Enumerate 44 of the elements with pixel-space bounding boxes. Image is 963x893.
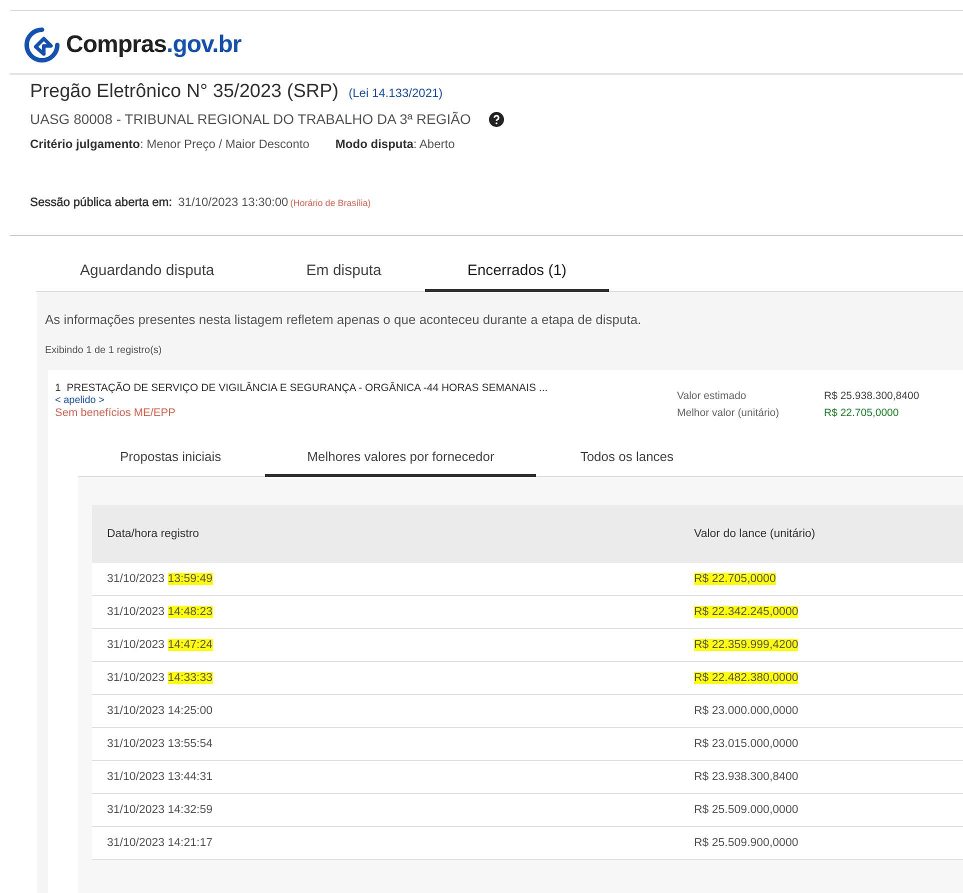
table-cell: R$ 25.509.900,0000 xyxy=(679,826,963,860)
table-cell: 31/10/2023 13:44:31 xyxy=(92,760,679,794)
table-cell: 31/10/2023 14:48:23 xyxy=(92,596,679,628)
column-header: Data/hora registro xyxy=(92,505,679,563)
uasg-text: UASG 80008 - TRIBUNAL REGIONAL DO TRABALHO DA 3ª REGIÃO xyxy=(30,111,471,127)
table-cell: R$ 22.359.999,4200 xyxy=(679,628,963,662)
help-icon[interactable] xyxy=(488,112,504,126)
table-cell: 31/10/2023 13:59:49 xyxy=(92,563,679,596)
table-cell: 31/10/2023 14:47:24 xyxy=(92,628,679,662)
table-cell: R$ 23.938.300,8400 xyxy=(679,760,963,794)
criterion-text: Modo disputa: Aberto xyxy=(335,137,455,151)
logo-text: Compras.gov.br xyxy=(66,31,242,59)
best-value: R$ 22.705,0000 xyxy=(824,406,900,419)
subtab[interactable]: Propostas iniciais xyxy=(78,443,266,477)
table-cell: R$ 23.000.000,0000 xyxy=(679,694,963,728)
table-cell: R$ 22.342.245,0000 xyxy=(679,596,963,628)
table-cell: 31/10/2023 14:25:00 xyxy=(92,694,679,728)
best-value-label: Melhor valor (unitário) xyxy=(677,406,780,419)
alias-link[interactable]: < apelido > xyxy=(55,395,677,406)
table-cell: R$ 22.705,0000 xyxy=(679,563,963,596)
criterion-text: Critério julgamento: Menor Preço / Maior Desconto xyxy=(30,137,310,151)
subtab[interactable]: Todos os lances xyxy=(536,443,718,477)
timezone-note: (Horário de Brasília) xyxy=(290,198,371,208)
estimated-value: R$ 25.938.300,8400 xyxy=(824,390,920,402)
column-header: Valor do lance (unitário) xyxy=(679,505,963,563)
table-cell: 31/10/2023 14:21:17 xyxy=(92,826,679,860)
record-count: Exibindo 1 de 1 registro(s) xyxy=(45,345,163,356)
tab[interactable]: Aguardando disputa xyxy=(36,256,258,292)
session-value: 31/10/2023 13:30:00 xyxy=(178,195,288,209)
logo-icon xyxy=(24,27,60,63)
table-cell: 31/10/2023 14:32:59 xyxy=(92,794,679,826)
table-cell: 31/10/2023 13:55:54 xyxy=(92,728,679,760)
table-cell: 31/10/2023 14:33:33 xyxy=(92,662,679,694)
benefit-text: Sem benefícios ME/EPP xyxy=(55,407,176,419)
table-cell: R$ 22.482.380,0000 xyxy=(679,662,963,694)
info-text: As informações presentes nesta listagem refletem apenas o que aconteceu durante a etapa de disputa. xyxy=(45,312,642,327)
estimated-label: Valor estimado xyxy=(677,390,748,402)
table-cell: R$ 25.509.000,0000 xyxy=(679,794,963,826)
law-link[interactable]: (Lei 14.133/2021) xyxy=(348,86,443,100)
table-cell: R$ 23.015.000,0000 xyxy=(679,728,963,760)
item-title: 1 PRESTAÇÃO DE SERVIÇO DE VIGILÂNCIA E SEGURANÇA - ORGÂNICA -44 HORAS SEMANAIS ... xyxy=(55,382,549,394)
pregao-title: Pregão Eletrônico N° 35/2023 (SRP) xyxy=(30,81,339,103)
session-label: Sessão pública aberta em: xyxy=(30,195,172,209)
tab[interactable]: Em disputa xyxy=(258,256,426,292)
